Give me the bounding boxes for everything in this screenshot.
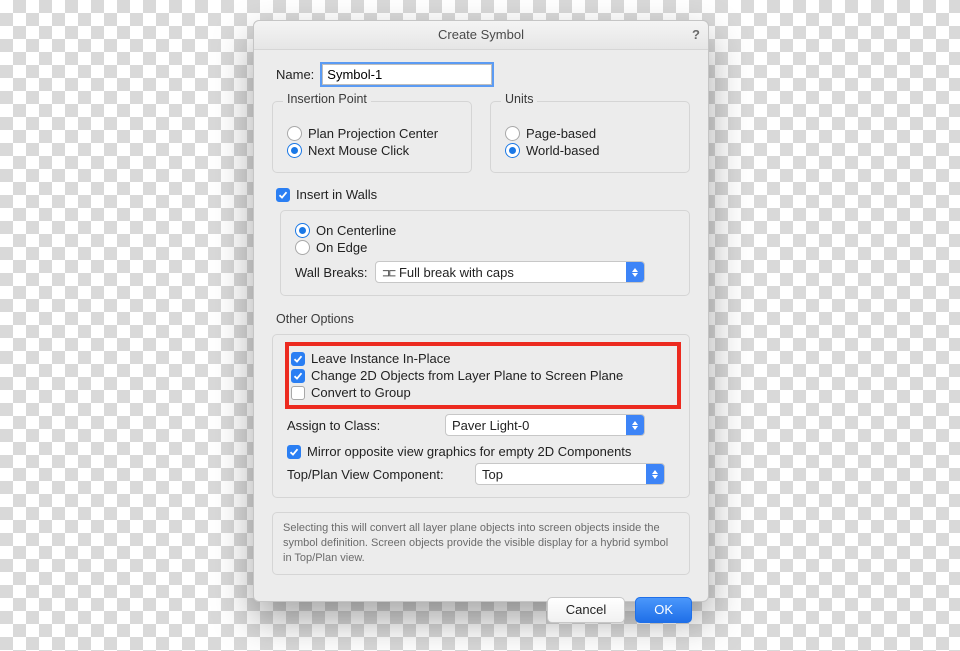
ok-button[interactable]: OK (635, 597, 692, 623)
radio-icon (287, 126, 302, 141)
button-label: OK (654, 602, 673, 617)
wall-breaks-select[interactable]: ⊐⊏ Full break with caps (375, 261, 645, 283)
cancel-button[interactable]: Cancel (547, 597, 625, 623)
radio-icon (505, 143, 520, 158)
units-title: Units (501, 92, 537, 106)
checkbox-icon (291, 386, 305, 400)
checkbox-icon (291, 369, 305, 383)
leave-instance-checkbox[interactable]: Leave Instance In-Place (291, 351, 671, 366)
select-value: Paver Light-0 (452, 418, 529, 433)
assign-class-label: Assign to Class: (287, 418, 437, 433)
radio-icon (295, 240, 310, 255)
insertion-plan-radio[interactable]: Plan Projection Center (287, 126, 457, 141)
assign-class-select[interactable]: Paver Light-0 (445, 414, 645, 436)
radio-label: On Edge (316, 240, 367, 255)
insertion-point-group: Insertion Point Plan Projection Center N… (272, 101, 472, 173)
checkbox-label: Leave Instance In-Place (311, 351, 450, 366)
chevron-updown-icon (626, 415, 644, 435)
other-options-group: Leave Instance In-Place Change 2D Object… (272, 334, 690, 498)
checkbox-label: Change 2D Objects from Layer Plane to Sc… (311, 368, 623, 383)
radio-icon (287, 143, 302, 158)
other-options-title: Other Options (276, 312, 690, 326)
insertion-point-title: Insertion Point (283, 92, 371, 106)
checkbox-icon (287, 445, 301, 459)
wall-breaks-label: Wall Breaks: (295, 265, 367, 280)
wall-edge-radio[interactable]: On Edge (295, 240, 675, 255)
checkbox-icon (276, 188, 290, 202)
convert-to-group-checkbox[interactable]: Convert to Group (291, 385, 671, 400)
checkbox-label: Convert to Group (311, 385, 411, 400)
units-world-radio[interactable]: World-based (505, 143, 675, 158)
checkbox-icon (291, 352, 305, 366)
radio-label: On Centerline (316, 223, 396, 238)
units-page-radio[interactable]: Page-based (505, 126, 675, 141)
insert-in-walls-subgroup: On Centerline On Edge Wall Breaks: ⊐⊏ Ful… (280, 210, 690, 296)
chevron-updown-icon (646, 464, 664, 484)
checkbox-label: Mirror opposite view graphics for empty … (307, 444, 631, 459)
top-plan-select[interactable]: Top (475, 463, 665, 485)
help-button[interactable]: ? (692, 21, 700, 49)
button-label: Cancel (566, 602, 606, 617)
dialog-title: Create Symbol (438, 27, 524, 42)
create-symbol-dialog: Create Symbol ? Name: Insertion Point Pl… (253, 20, 709, 602)
insert-in-walls-checkbox[interactable]: Insert in Walls (276, 187, 690, 202)
checkbox-label: Insert in Walls (296, 187, 377, 202)
dialog-footer: Cancel OK (254, 587, 708, 637)
radio-icon (295, 223, 310, 238)
dialog-titlebar: Create Symbol ? (254, 21, 708, 50)
radio-label: Next Mouse Click (308, 143, 409, 158)
name-label: Name: (276, 67, 314, 82)
select-value: Top (482, 467, 503, 482)
info-text: Selecting this will convert all layer pl… (272, 512, 690, 575)
wall-centerline-radio[interactable]: On Centerline (295, 223, 675, 238)
radio-label: Plan Projection Center (308, 126, 438, 141)
select-value: Full break with caps (399, 265, 514, 280)
insertion-next-click-radio[interactable]: Next Mouse Click (287, 143, 457, 158)
symbol-name-input[interactable] (322, 64, 492, 85)
radio-label: World-based (526, 143, 599, 158)
radio-label: Page-based (526, 126, 596, 141)
highlight-box: Leave Instance In-Place Change 2D Object… (285, 342, 681, 409)
change-2d-checkbox[interactable]: Change 2D Objects from Layer Plane to Sc… (291, 368, 671, 383)
mirror-checkbox[interactable]: Mirror opposite view graphics for empty … (287, 444, 675, 459)
units-group: Units Page-based World-based (490, 101, 690, 173)
chevron-updown-icon (626, 262, 644, 282)
wall-breaks-icon: ⊐⊏ (382, 266, 394, 280)
top-plan-label: Top/Plan View Component: (287, 467, 467, 482)
radio-icon (505, 126, 520, 141)
